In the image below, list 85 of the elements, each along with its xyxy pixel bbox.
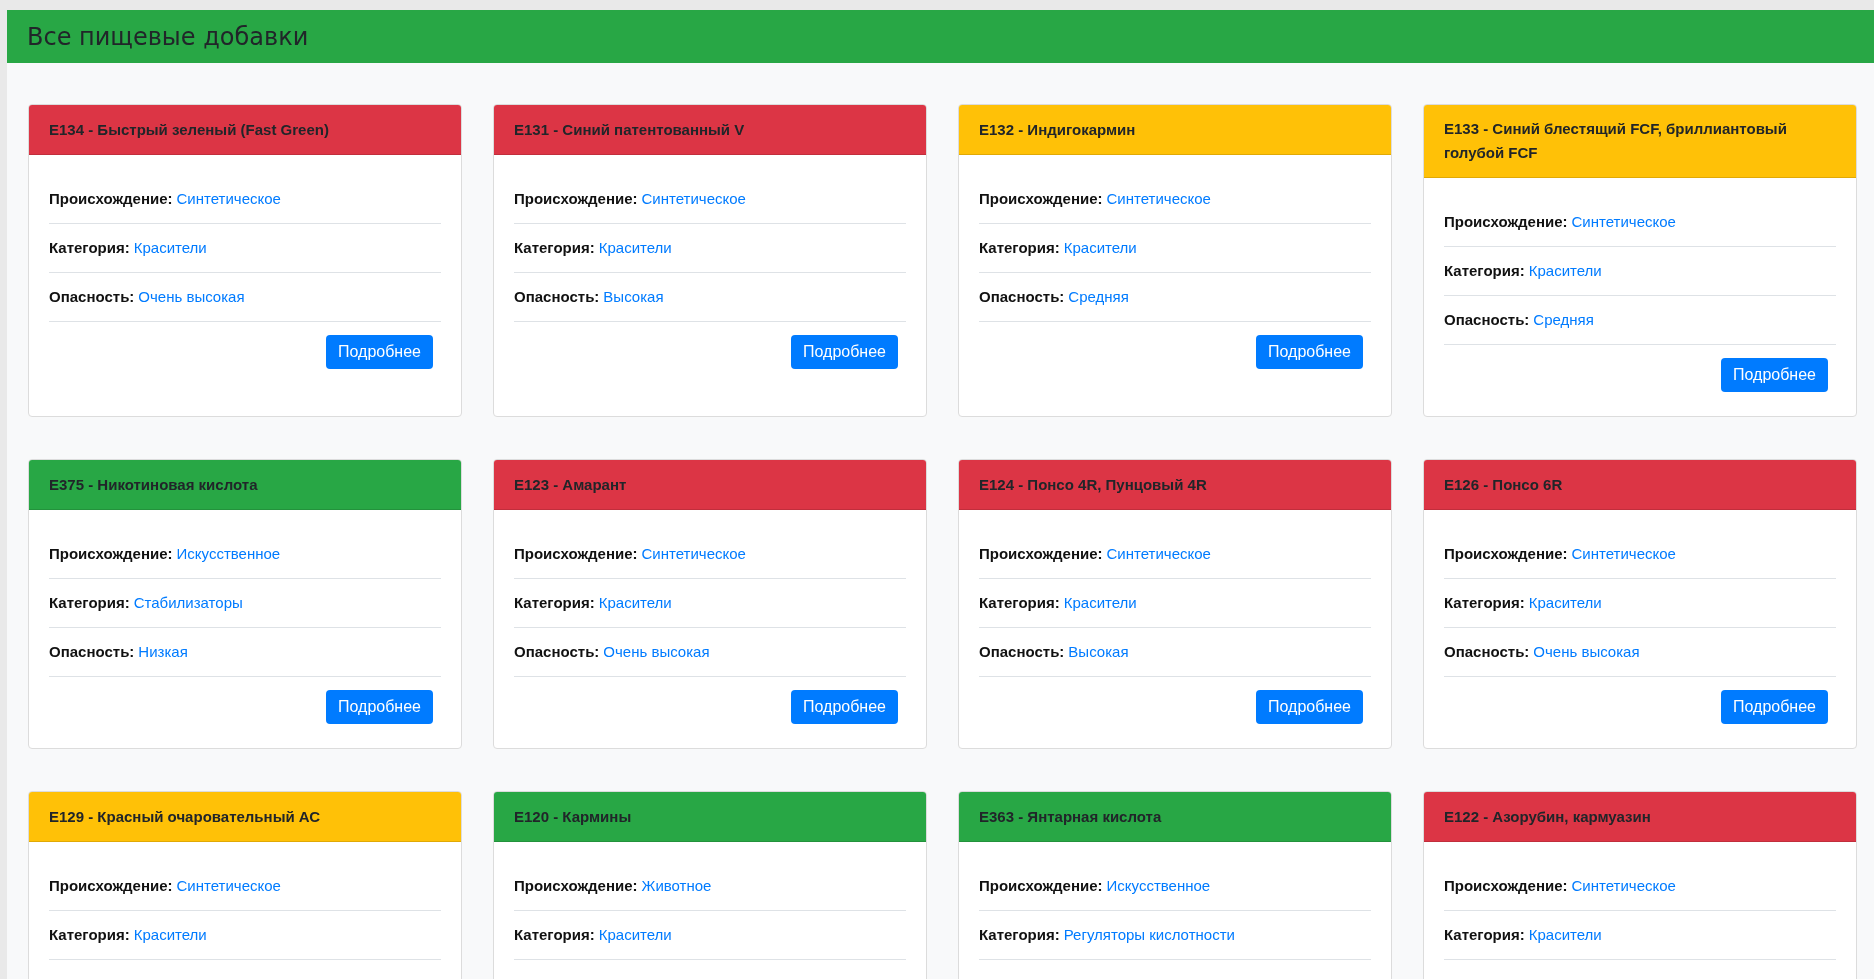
field-label: Категория: — [514, 926, 595, 943]
field-label: Происхождение: — [1444, 877, 1568, 894]
field-link[interactable]: Синтетическое — [176, 190, 281, 207]
field-label: Категория: — [514, 594, 595, 611]
field-label: Происхождение: — [49, 190, 173, 207]
field-link[interactable]: Синтетическое — [176, 877, 281, 894]
field-link[interactable]: Синтетическое — [641, 190, 746, 207]
card-title: E132 - Индигокармин — [979, 119, 1136, 140]
field-label: Категория: — [49, 926, 130, 943]
details-button[interactable]: Подробнее — [1721, 358, 1828, 392]
card-title: E124 - Понсо 4R, Пунцовый 4R — [979, 474, 1207, 495]
field-link[interactable]: Высокая — [603, 288, 664, 305]
card-title: E120 - Кармины — [514, 806, 632, 827]
field-link[interactable]: Высокая — [1068, 643, 1129, 660]
field-label: Опасность: — [979, 643, 1065, 660]
field-link[interactable]: Искусственное — [176, 545, 281, 562]
details-button[interactable]: Подробнее — [791, 335, 898, 369]
details-button[interactable]: Подробнее — [791, 690, 898, 724]
field-link[interactable]: Искусственное — [1106, 877, 1211, 894]
field-link[interactable]: Средняя — [1533, 311, 1594, 328]
field-label: Категория: — [49, 594, 130, 611]
field-label: Опасность: — [514, 288, 600, 305]
field-link[interactable]: Стабилизаторы — [133, 594, 243, 611]
field-label: Опасность: — [49, 288, 135, 305]
details-button[interactable]: Подробнее — [326, 335, 433, 369]
field-link[interactable]: Синтетическое — [1106, 190, 1211, 207]
field-label: Категория: — [979, 239, 1060, 256]
field-label: Категория: — [1444, 926, 1525, 943]
field-label: Происхождение: — [979, 545, 1103, 562]
field-link[interactable]: Красители — [1063, 594, 1137, 611]
page-title: Все пищевые добавки — [27, 22, 309, 51]
details-button[interactable]: Подробнее — [326, 690, 433, 724]
card-title: E363 - Янтарная кислота — [979, 806, 1162, 827]
field-link[interactable]: Красители — [1528, 926, 1602, 943]
field-label: Происхождение: — [979, 190, 1103, 207]
field-label: Категория: — [514, 239, 595, 256]
details-button[interactable]: Подробнее — [1256, 335, 1363, 369]
field-label: Опасность: — [979, 288, 1065, 305]
field-label: Опасность: — [49, 643, 135, 660]
field-link[interactable]: Синтетическое — [641, 545, 746, 562]
field-link[interactable]: Синтетическое — [1571, 877, 1676, 894]
field-link[interactable]: Синтетическое — [1571, 213, 1676, 230]
field-label: Происхождение: — [49, 877, 173, 894]
field-label: Опасность: — [1444, 311, 1530, 328]
field-label: Категория: — [979, 926, 1060, 943]
field-label: Категория: — [49, 239, 130, 256]
field-link[interactable]: Красители — [598, 239, 672, 256]
field-link[interactable]: Красители — [598, 926, 672, 943]
field-link[interactable]: Синтетическое — [1106, 545, 1211, 562]
field-link[interactable]: Очень высокая — [138, 288, 245, 305]
field-link[interactable]: Красители — [1528, 262, 1602, 279]
field-label: Категория: — [1444, 262, 1525, 279]
field-label: Происхождение: — [1444, 213, 1568, 230]
field-link[interactable]: Красители — [133, 926, 207, 943]
field-link[interactable]: Очень высокая — [603, 643, 710, 660]
field-link[interactable]: Регуляторы кислотности — [1063, 926, 1235, 943]
field-link[interactable]: Низкая — [138, 643, 188, 660]
details-button[interactable]: Подробнее — [1721, 690, 1828, 724]
card-title: E126 - Понсо 6R — [1444, 474, 1563, 495]
card-title: E123 - Амарант — [514, 474, 627, 495]
card-title: E134 - Быстрый зеленый (Fast Green) — [49, 119, 329, 140]
card-title: E122 - Азорубин, кармуазин — [1444, 806, 1651, 827]
card-title: E129 - Красный очаровательный АС — [49, 806, 321, 827]
field-link[interactable]: Средняя — [1068, 288, 1129, 305]
field-label: Происхождение: — [1444, 545, 1568, 562]
card-title: E131 - Синий патентованный V — [514, 119, 745, 140]
field-link[interactable]: Красители — [1528, 594, 1602, 611]
details-button[interactable]: Подробнее — [1256, 690, 1363, 724]
field-link[interactable]: Красители — [1063, 239, 1137, 256]
field-label: Происхождение: — [514, 190, 638, 207]
field-link[interactable]: Красители — [598, 594, 672, 611]
field-label: Категория: — [1444, 594, 1525, 611]
field-label: Опасность: — [1444, 643, 1530, 660]
field-link[interactable]: Животное — [641, 877, 712, 894]
field-label: Категория: — [979, 594, 1060, 611]
field-label: Происхождение: — [514, 545, 638, 562]
field-link[interactable]: Синтетическое — [1571, 545, 1676, 562]
field-label: Происхождение: — [514, 877, 638, 894]
card-title: E375 - Никотиновая кислота — [49, 474, 258, 495]
field-link[interactable]: Красители — [133, 239, 207, 256]
field-link[interactable]: Очень высокая — [1533, 643, 1640, 660]
field-label: Происхождение: — [49, 545, 173, 562]
field-label: Опасность: — [514, 643, 600, 660]
card-title: E133 - Синий блестящий FCF, бриллиантовый голубой FCF — [1444, 119, 1788, 163]
field-label: Происхождение: — [979, 877, 1103, 894]
